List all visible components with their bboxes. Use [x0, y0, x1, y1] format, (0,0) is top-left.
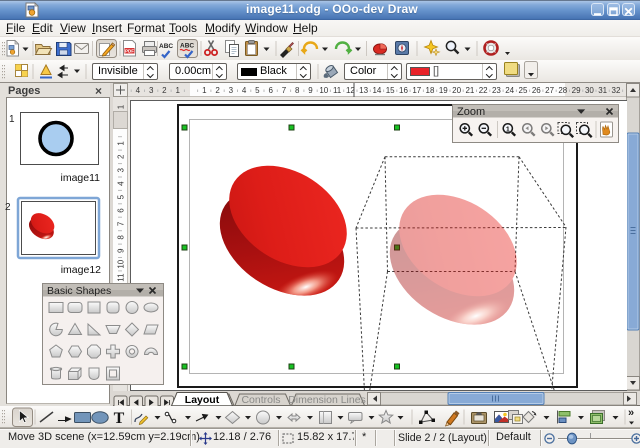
svg-text:27: 27: [545, 86, 554, 95]
svg-text:1: 1: [175, 86, 180, 95]
svg-text:11: 11: [333, 86, 342, 95]
svg-text:9: 9: [308, 86, 313, 95]
svg-text:17: 17: [412, 86, 421, 95]
svg-text:29: 29: [572, 86, 581, 95]
svg-text:10: 10: [117, 259, 126, 268]
svg-text:11: 11: [117, 273, 126, 282]
svg-text:8: 8: [295, 86, 300, 95]
svg-text:8: 8: [117, 235, 126, 240]
svg-text:Layout: Layout: [185, 394, 220, 406]
svg-text:16: 16: [399, 86, 408, 95]
svg-text:5: 5: [255, 86, 260, 95]
svg-text:21: 21: [465, 86, 474, 95]
svg-text:28: 28: [558, 86, 567, 95]
svg-text:1: 1: [117, 104, 126, 109]
svg-text:7: 7: [117, 221, 126, 226]
svg-text:10: 10: [319, 86, 328, 95]
svg-text:6: 6: [117, 208, 126, 213]
svg-text:4: 4: [117, 181, 126, 186]
svg-text:3: 3: [229, 86, 234, 95]
svg-text:Basic Shapes: Basic Shapes: [47, 285, 111, 297]
svg-text:31: 31: [598, 86, 607, 95]
svg-text:Dimension Lines: Dimension Lines: [288, 394, 366, 406]
svg-text:2: 2: [162, 86, 167, 95]
svg-text:13: 13: [359, 86, 368, 95]
svg-text:18: 18: [426, 86, 435, 95]
svg-text:2: 2: [215, 86, 220, 95]
svg-text:»: »: [628, 407, 634, 419]
svg-text:3: 3: [117, 168, 126, 173]
svg-text:1: 1: [506, 127, 510, 134]
svg-text:4: 4: [136, 86, 141, 95]
svg-text:6: 6: [268, 86, 273, 95]
svg-text:19: 19: [439, 86, 448, 95]
svg-text:24: 24: [505, 86, 514, 95]
svg-text:22: 22: [479, 86, 488, 95]
svg-text:23: 23: [492, 86, 501, 95]
svg-text:1: 1: [117, 141, 126, 146]
svg-text:T: T: [114, 410, 125, 427]
svg-text:2: 2: [117, 154, 126, 159]
svg-text:1: 1: [202, 86, 207, 95]
svg-text:5: 5: [117, 194, 126, 199]
svg-text:3: 3: [149, 86, 154, 95]
svg-text:9: 9: [117, 248, 126, 253]
svg-text:26: 26: [532, 86, 541, 95]
svg-text:15: 15: [386, 86, 395, 95]
svg-text:Zoom: Zoom: [457, 106, 485, 118]
svg-text:Controls: Controls: [241, 394, 280, 406]
svg-text:30: 30: [585, 86, 594, 95]
svg-text:14: 14: [372, 86, 381, 95]
svg-text:7: 7: [282, 86, 287, 95]
svg-text:4: 4: [242, 86, 247, 95]
svg-text:32: 32: [612, 86, 621, 95]
svg-text:25: 25: [519, 86, 528, 95]
svg-text:20: 20: [452, 86, 461, 95]
